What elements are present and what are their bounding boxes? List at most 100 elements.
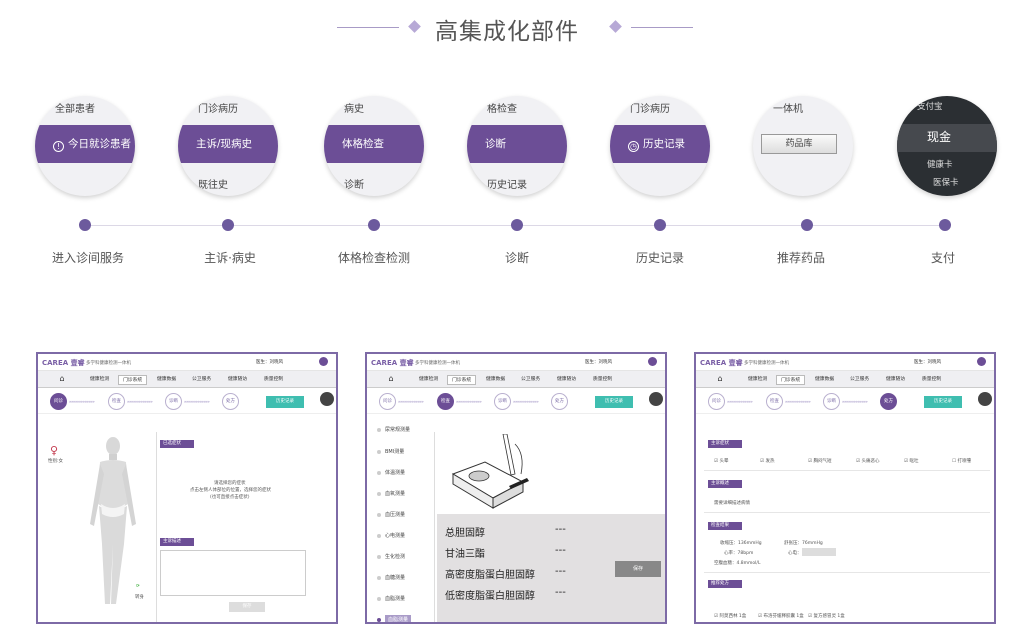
ecg-result-box [802,548,836,556]
tab-health-check[interactable]: 健康检测 [744,375,771,385]
arrow-icon: »»»»»»»»»»»»» [127,399,153,404]
circle-text-below: 健康卡 [927,160,953,170]
tab-health-data[interactable]: 健康数据 [482,375,509,385]
tab-follow-up[interactable]: 健康随访 [882,375,909,385]
symptom-checkbox[interactable]: ☑ 胸闷气短 [808,458,831,464]
circle-text-above: 全部患者 [55,104,95,115]
hint-text: 请选择您的症状 [214,481,246,486]
timeline-dot [368,219,380,231]
step-exam[interactable]: 检查 [108,393,125,410]
app-logo: CAREA 壹睿 [42,359,85,367]
tab-health-check[interactable]: 健康检测 [415,375,442,385]
home-icon[interactable]: ⌂ [381,374,401,385]
doctor-name: 医生：刘晓风 [585,360,612,365]
tab-quality[interactable]: 质量控制 [260,375,287,385]
user-icon: ! [53,141,64,152]
home-icon[interactable]: ⌂ [710,374,730,385]
tab-public-health[interactable]: 公卫服务 [188,375,215,385]
circle-band: ◷ 历史记录 [610,125,710,163]
tab-outpatient[interactable]: 门诊系统 [447,375,477,385]
divider [156,432,157,622]
step-exam[interactable]: 检查 [766,393,783,410]
menu-item[interactable]: 生化检测 [385,553,405,560]
history-button[interactable]: 历史记录 [266,396,304,408]
step-diagnosis[interactable]: 诊断 [165,393,182,410]
step-label: 主诉·病史 [204,251,256,265]
menu-item[interactable]: 血氧测量 [385,490,405,497]
rx-item[interactable]: ☑ 复方感冒灵 1盒 [808,613,845,619]
body-figure[interactable] [88,434,138,614]
result-value: --- [555,566,566,577]
symptom-checkbox[interactable]: ☑ 头晕 [714,458,728,464]
menu-item[interactable]: 尿常规测量 [385,426,410,433]
menu-item[interactable]: 体温测量 [385,469,405,476]
doctor-avatar [649,392,663,406]
step-prescription[interactable]: 处方 [880,393,897,410]
step-prescription[interactable]: 处方 [551,393,568,410]
exam-value: 心率：78bpm [724,551,754,556]
exam-value: 空腹血糖：4.8mmol/L [714,561,761,566]
step-label: 推荐药品 [776,251,825,265]
symptom-checkbox[interactable]: ☑ 头痛恶心 [856,458,879,464]
menu-item[interactable]: 血脂测量 [385,595,405,602]
symptom-checkbox[interactable]: ☑ 呕吐 [904,458,918,464]
step-circle-drugs: 一体机 药品库 [753,96,853,196]
arrow-icon: »»»»»»»»»»»»» [785,399,811,404]
circle-band: ! 今日就诊患者 [35,125,135,163]
screenshot-prescription: CAREA 壹睿 多学科健康检测一体机 医生：刘晓风 ⌂ 健康检测 门诊系统 健… [694,352,996,624]
step-diagnosis[interactable]: 诊断 [494,393,511,410]
rx-item[interactable]: ☑ 布洛芬缓释胶囊 1盒 [758,613,804,619]
menu-item-active[interactable]: 血脂测量 [385,615,412,622]
tab-outpatient[interactable]: 门诊系统 [776,375,806,385]
step-circle-complaint: 门诊病历 主诉/现病史 既往史 [178,96,278,196]
female-icon: ♀ [50,444,59,457]
rx-item[interactable]: ☑ 阿莫西林 1盒 [714,613,746,619]
section-symptoms: 主诉症状 [708,440,742,448]
step-exam[interactable]: 检查 [437,393,454,410]
tab-health-check[interactable]: 健康检测 [86,375,113,385]
step-label: 历史记录 [635,251,684,265]
tab-follow-up[interactable]: 健康随访 [553,375,580,385]
gear-icon[interactable] [977,357,986,366]
section-header: 高集成化部件 [0,8,1021,48]
doctor-name: 医生：刘晓风 [256,360,283,365]
tab-public-health[interactable]: 公卫服务 [517,375,544,385]
step-inquiry[interactable]: 问诊 [50,393,67,410]
device-illustration [451,434,529,509]
tab-health-data[interactable]: 健康数据 [153,375,180,385]
home-icon[interactable]: ⌂ [52,374,72,385]
step-inquiry[interactable]: 问诊 [708,393,725,410]
complaint-textarea[interactable] [160,550,306,596]
step-inquiry[interactable]: 问诊 [379,393,396,410]
step-prescription[interactable]: 处方 [222,393,239,410]
menu-item[interactable]: 血压测量 [385,511,405,518]
screenshot-consultation: CAREA 壹睿 多学科健康检测一体机 医生：刘晓风 ⌂ 健康检测 门诊系统 健… [36,352,338,624]
symptom-checkbox[interactable]: ☑ 发热 [760,458,774,464]
result-name: 甘油三酯 [445,549,485,560]
drug-library-button: 药品库 [761,134,837,154]
gear-icon[interactable] [648,357,657,366]
save-button[interactable]: 保存 [615,561,661,577]
menu-item[interactable]: 血糖测量 [385,574,405,581]
circle-band: 现金 [897,124,997,152]
symptom-checkbox[interactable]: ☐ 打喷嚏 [952,458,971,464]
tab-outpatient[interactable]: 门诊系统 [118,375,148,385]
tab-follow-up[interactable]: 健康随访 [224,375,251,385]
tab-quality[interactable]: 质量控制 [589,375,616,385]
tab-public-health[interactable]: 公卫服务 [846,375,873,385]
circle-band: 体格检查 [324,125,424,163]
tab-health-data[interactable]: 健康数据 [811,375,838,385]
menu-item[interactable]: BMI测量 [385,448,404,455]
header-line-left [337,27,399,28]
history-button[interactable]: 历史记录 [595,396,633,408]
save-button[interactable]: 保存 [229,602,265,612]
rotate-icon[interactable]: ⟳ [136,584,140,589]
gear-icon[interactable] [319,357,328,366]
step-diagnosis[interactable]: 诊断 [823,393,840,410]
history-button[interactable]: 历史记录 [924,396,962,408]
circle-band-label: 今日就诊患者 [68,138,131,150]
menu-item[interactable]: 心电测量 [385,532,405,539]
screenshot-examination: CAREA 壹睿 多学科健康检测一体机 医生：刘晓风 ⌂ 健康检测 门诊系统 健… [365,352,667,624]
circle-text-below: 既往史 [198,180,228,191]
tab-quality[interactable]: 质量控制 [918,375,945,385]
